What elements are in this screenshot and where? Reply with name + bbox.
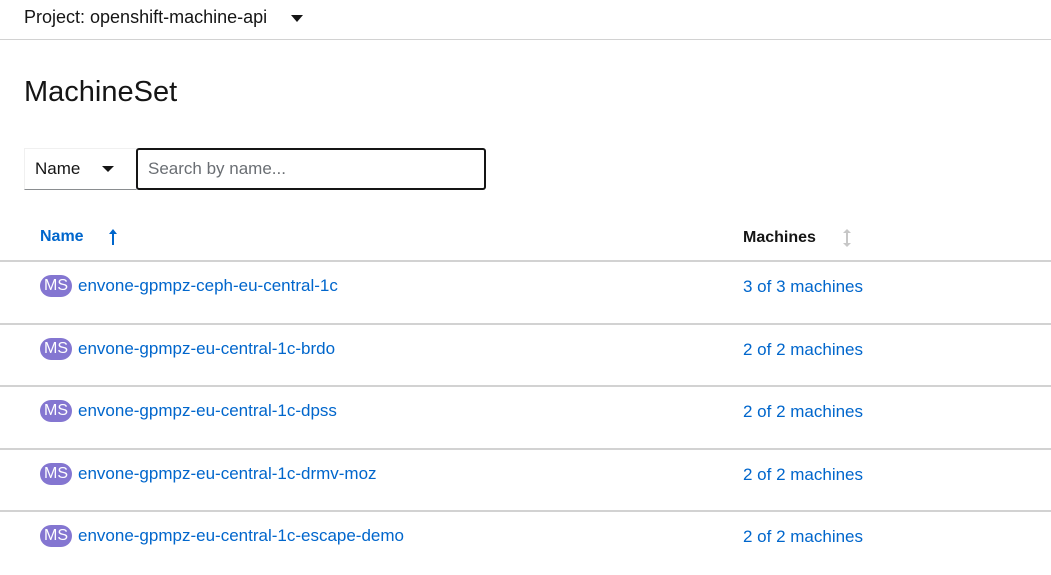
column-header-name[interactable]: Name (40, 228, 118, 246)
machineset-link[interactable]: envone-gpmpz-eu-central-1c-brdo (78, 339, 335, 359)
machines-count-link[interactable]: 2 of 2 machines (743, 465, 863, 485)
filter-type-label: Name (35, 159, 81, 178)
machineset-link[interactable]: envone-gpmpz-eu-central-1c-escape-demo (78, 526, 404, 546)
name-cell: MS envone-gpmpz-eu-central-1c-dpss (40, 400, 337, 422)
name-cell: MS envone-gpmpz-eu-central-1c-escape-dem… (40, 525, 404, 547)
sort-icon (842, 229, 851, 247)
resource-badge: MS (40, 400, 72, 422)
machines-count-link[interactable]: 3 of 3 machines (743, 277, 863, 297)
column-header-machines[interactable]: Machines (743, 228, 852, 248)
column-header-machines-label: Machines (743, 229, 816, 246)
machineset-link[interactable]: envone-gpmpz-eu-central-1c-dpss (78, 401, 337, 421)
table-row: MS envone-gpmpz-eu-central-1c-dpss 2 of … (0, 387, 1051, 450)
machineset-link[interactable]: envone-gpmpz-eu-central-1c-drmv-moz (78, 464, 377, 484)
table-header: Name Machines (0, 214, 1051, 262)
table-body: MS envone-gpmpz-ceph-eu-central-1c 3 of … (0, 262, 1051, 575)
table-row: MS envone-gpmpz-eu-central-1c-brdo 2 of … (0, 325, 1051, 387)
filter-toolbar: Name (24, 148, 486, 190)
machines-count-link[interactable]: 2 of 2 machines (743, 527, 863, 547)
resource-badge: MS (40, 337, 72, 360)
project-label: Project: openshift-machine-api (24, 6, 268, 27)
table-row: MS envone-gpmpz-eu-central-1c-drmv-moz 2… (0, 450, 1051, 512)
caret-down-icon (291, 14, 304, 22)
resource-badge: MS (40, 462, 72, 485)
column-header-name-label: Name (40, 228, 84, 245)
project-bar: Project: openshift-machine-api (0, 0, 1051, 40)
filter-type-dropdown[interactable]: Name (24, 148, 137, 190)
name-cell: MS envone-gpmpz-eu-central-1c-brdo (40, 337, 335, 360)
resource-badge: MS (40, 275, 72, 297)
caret-down-icon (102, 166, 114, 172)
resource-badge: MS (40, 525, 72, 547)
table-row: MS envone-gpmpz-ceph-eu-central-1c 3 of … (0, 262, 1051, 325)
machineset-link[interactable]: envone-gpmpz-ceph-eu-central-1c (78, 276, 338, 296)
search-input[interactable] (136, 148, 486, 190)
page-title: MachineSet (24, 76, 178, 108)
name-cell: MS envone-gpmpz-ceph-eu-central-1c (40, 275, 338, 297)
sort-ascending-icon (108, 229, 117, 245)
table-row: MS envone-gpmpz-eu-central-1c-escape-dem… (0, 512, 1051, 575)
machines-count-link[interactable]: 2 of 2 machines (743, 340, 863, 360)
project-dropdown[interactable]: Project: openshift-machine-api (24, 4, 304, 30)
machines-count-link[interactable]: 2 of 2 machines (743, 402, 863, 422)
name-cell: MS envone-gpmpz-eu-central-1c-drmv-moz (40, 462, 377, 485)
